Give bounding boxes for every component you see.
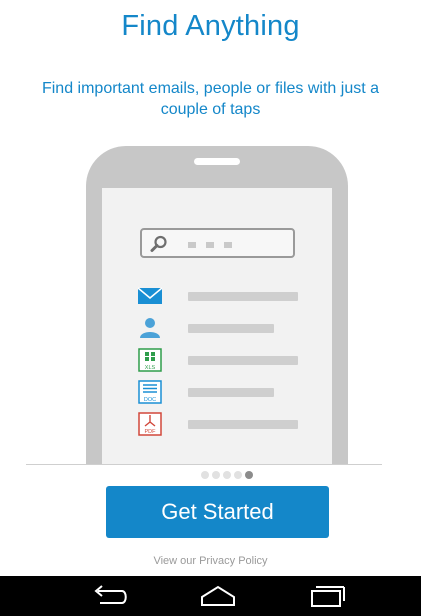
placeholder-dot: [224, 242, 232, 248]
placeholder-dot: [188, 242, 196, 248]
get-started-button[interactable]: Get Started: [106, 486, 329, 538]
recent-apps-icon[interactable]: [306, 583, 346, 609]
pdf-badge: PDF: [145, 429, 157, 435]
page-subtitle: Find important emails, people or files w…: [41, 80, 380, 118]
page-dot[interactable]: [223, 471, 231, 479]
privacy-policy-link[interactable]: View our Privacy Policy: [0, 555, 421, 567]
page-indicator: [201, 471, 253, 481]
search-icon: [150, 235, 167, 252]
list-item-line: [188, 324, 274, 333]
illustration-search-box: [140, 228, 295, 258]
phone-illustration: XLS DOC PDF: [86, 146, 348, 464]
person-icon: [140, 318, 160, 338]
list-item-line: [188, 388, 274, 397]
page-dot-active[interactable]: [245, 471, 253, 479]
system-nav-bar: [0, 576, 421, 616]
divider: [26, 464, 382, 465]
list-item-line: [188, 356, 298, 365]
list-item-line: [188, 420, 298, 429]
doc-file-icon: DOC: [138, 380, 162, 404]
back-icon[interactable]: [90, 583, 130, 609]
list-item-line: [188, 292, 298, 301]
pdf-file-icon: PDF: [138, 412, 162, 436]
home-icon[interactable]: [198, 583, 238, 609]
page-dot[interactable]: [201, 471, 209, 479]
page-title: Find Anything: [121, 10, 300, 42]
placeholder-dot: [206, 242, 214, 248]
xls-file-icon: XLS: [138, 348, 162, 372]
xls-badge: XLS: [145, 365, 156, 371]
phone-speaker: [194, 158, 240, 165]
mail-icon: [138, 287, 162, 304]
page-dot[interactable]: [234, 471, 242, 479]
phone-screen: XLS DOC PDF: [102, 188, 332, 464]
doc-badge: DOC: [144, 397, 156, 403]
page-dot[interactable]: [212, 471, 220, 479]
